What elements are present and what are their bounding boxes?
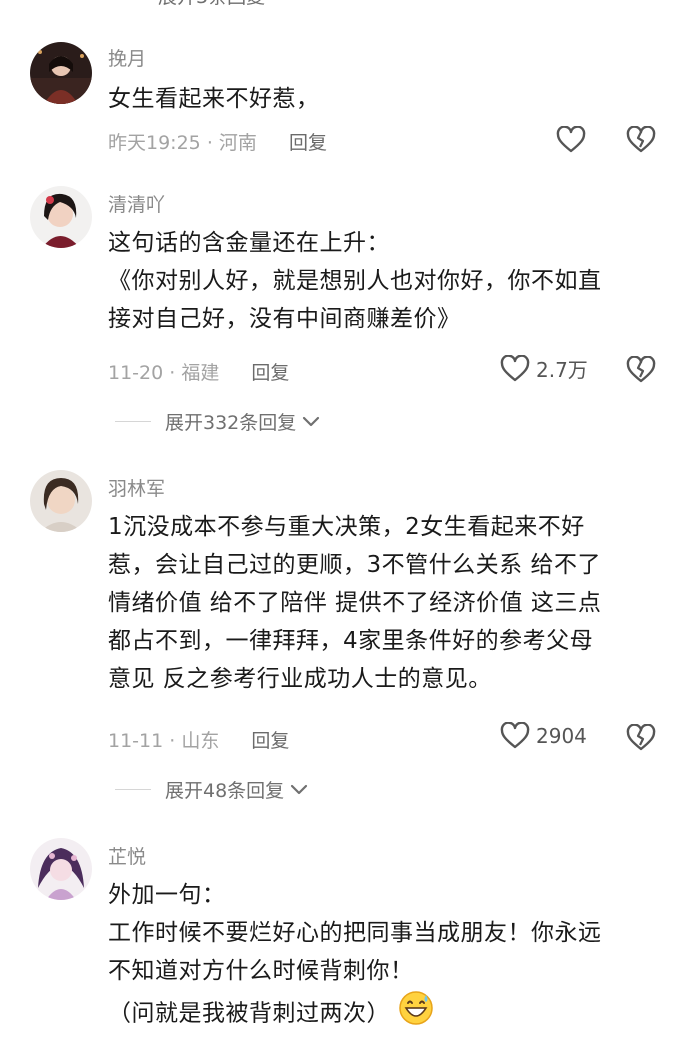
broken-heart-icon xyxy=(626,723,656,751)
avatar[interactable] xyxy=(30,470,92,532)
reply-button[interactable]: 回复 xyxy=(251,362,289,384)
heart-outline-icon xyxy=(556,126,586,153)
comment-location: 山东 xyxy=(181,730,220,752)
comment-text: 1沉没成本不参与重大决策，2女生看起来不好 惹，会让自己过的更顺，3不管什么关系… xyxy=(108,514,602,692)
like-count: 2.7万 xyxy=(536,358,588,382)
username[interactable]: 芷悦 xyxy=(108,842,146,869)
broken-heart-icon xyxy=(626,355,656,383)
like-button[interactable]: 2.7万 xyxy=(500,354,588,383)
comment-meta: 11-20 · 福建 回复 xyxy=(108,362,290,384)
avatar[interactable] xyxy=(30,42,92,104)
heart-outline-icon xyxy=(500,354,530,381)
comment-date: 11-20 xyxy=(108,362,164,384)
dislike-button[interactable] xyxy=(626,723,656,756)
dislike-button[interactable] xyxy=(626,355,656,388)
expand-replies-button[interactable]: 展开332条回复 xyxy=(115,408,320,435)
comment-date: 11-11 xyxy=(108,730,164,752)
comment-date: 昨天19:25 xyxy=(108,132,201,154)
like-button[interactable]: 2904 xyxy=(500,722,587,750)
expand-replies-top[interactable]: 展开3条回复 xyxy=(158,0,265,9)
comment-meta: 昨天19:25 · 河南 回复 xyxy=(108,132,327,154)
chevron-down-icon xyxy=(291,784,308,794)
avatar[interactable] xyxy=(30,186,92,248)
heart-outline-icon xyxy=(500,722,530,749)
username[interactable]: 清清吖 xyxy=(108,190,165,217)
comment-text: 女生看起来不好惹， xyxy=(108,86,320,112)
dislike-button[interactable] xyxy=(626,125,656,158)
like-button[interactable] xyxy=(556,126,586,154)
avatar[interactable] xyxy=(30,838,92,900)
reply-button[interactable]: 回复 xyxy=(289,132,327,154)
expand-replies-button[interactable]: 展开48条回复 xyxy=(115,776,308,803)
username[interactable]: 羽林军 xyxy=(108,474,165,501)
comment-location: 福建 xyxy=(181,362,220,384)
like-count: 2904 xyxy=(536,724,587,748)
broken-heart-icon xyxy=(626,125,656,153)
expand-label: 展开332条回复 xyxy=(165,412,297,434)
chevron-down-icon xyxy=(303,416,320,426)
expand-divider xyxy=(115,789,151,790)
expand-divider xyxy=(115,421,151,422)
username[interactable]: 挽月 xyxy=(108,44,146,71)
grinning-sweat-emoji-icon xyxy=(398,990,434,1038)
comment-text: 这句话的含金量还在上升： 《你对别人好，就是想别人也对你好，你不如直 接对自己好… xyxy=(108,230,602,332)
comment-location: 河南 xyxy=(218,132,257,154)
expand-label: 展开48条回复 xyxy=(165,780,285,802)
comment-meta: 11-11 · 山东 回复 xyxy=(108,730,290,752)
comment-text: 外加一句： 工作时候不要烂好心的把同事当成朋友！你永远 不知道对方什么时候背刺你… xyxy=(108,876,668,1038)
reply-button[interactable]: 回复 xyxy=(251,730,289,752)
